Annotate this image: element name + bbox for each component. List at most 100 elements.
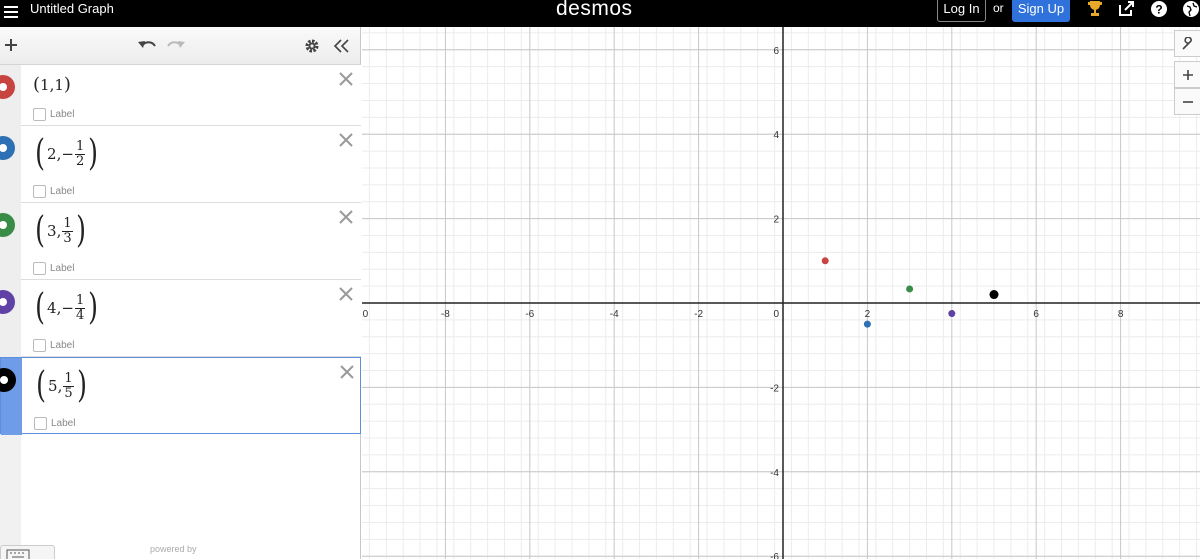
label-toggle[interactable]: Label <box>33 262 74 275</box>
graph-canvas[interactable]: -10-8-6-4-20246810642-2-4-6 <box>362 27 1200 559</box>
login-button[interactable]: Log In <box>937 0 986 22</box>
expression-row[interactable]: (5, 1 5) Label <box>0 357 361 435</box>
y-tick-label: 2 <box>773 215 779 226</box>
numerator: 1 <box>74 292 86 309</box>
zoom-out-icon[interactable] <box>1174 88 1200 115</box>
label-toggle[interactable]: Label <box>33 108 74 121</box>
label-checkbox[interactable] <box>33 108 46 121</box>
expression-math[interactable]: (1, 1) <box>33 74 71 95</box>
denominator: 3 <box>63 230 72 246</box>
y-tick-label: -2 <box>770 383 779 394</box>
fraction: 14 <box>74 292 86 323</box>
expression-tab[interactable] <box>0 65 21 126</box>
data-point <box>906 285 914 293</box>
top-bar: Untitled Graph desmos Log In or Sign Up … <box>0 0 1200 27</box>
label-checkbox[interactable] <box>34 417 47 430</box>
delete-expression-icon[interactable] <box>339 364 357 382</box>
settings-gear-icon[interactable] <box>304 38 320 59</box>
sign: − <box>61 299 74 317</box>
x-tick-label: 6 <box>1033 309 1039 320</box>
menu-icon[interactable] <box>4 6 18 18</box>
expression-math[interactable]: (2, −1 2) <box>33 136 100 172</box>
expression-math[interactable]: (4, −1 4) <box>33 290 100 326</box>
wrench-icon[interactable] <box>1174 30 1200 57</box>
fraction: 13 <box>62 215 73 246</box>
add-expression-icon[interactable] <box>3 37 19 58</box>
y-tick-label: -4 <box>770 468 779 479</box>
denominator: 4 <box>75 307 85 323</box>
trophy-icon[interactable] <box>1087 0 1107 18</box>
help-icon[interactable]: ? <box>1150 0 1170 18</box>
label-checkbox[interactable] <box>33 262 46 275</box>
expression-math[interactable]: (3, 1 3) <box>33 213 88 249</box>
redo-icon[interactable] <box>166 38 186 57</box>
delete-expression-icon[interactable] <box>338 286 356 304</box>
graph-paper[interactable]: -10-8-6-4-20246810642-2-4-6 <box>362 27 1200 559</box>
label-text: Label <box>50 263 75 274</box>
denominator: 5 <box>64 385 73 401</box>
label-text: Label <box>50 109 75 120</box>
x-tick-label: -2 <box>694 309 703 320</box>
y-value: 1 <box>54 75 64 94</box>
label-checkbox[interactable] <box>33 185 46 198</box>
x-tick-label: -6 <box>525 309 534 320</box>
y-tick-label: 4 <box>773 130 779 141</box>
x-value: 2 <box>47 145 57 163</box>
y-tick-label: -6 <box>770 552 779 559</box>
denominator: 2 <box>75 153 85 169</box>
x-value: 3 <box>47 222 57 240</box>
svg-text:?: ? <box>1155 3 1162 17</box>
expression-row[interactable]: (4, −1 4) Label <box>0 280 361 357</box>
globe-icon[interactable] <box>1182 0 1200 18</box>
numerator: 1 <box>63 370 74 387</box>
expression-tab[interactable] <box>0 126 21 203</box>
x-tick-label: 2 <box>865 309 871 320</box>
numerator: 1 <box>74 138 86 155</box>
powered-by-text: powered by <box>150 544 197 554</box>
point-color-icon[interactable] <box>0 290 15 314</box>
signup-button[interactable]: Sign Up <box>1012 0 1070 22</box>
expression-tab[interactable] <box>0 203 21 280</box>
data-point <box>863 320 871 328</box>
graph-controls <box>1174 30 1200 119</box>
graph-title[interactable]: Untitled Graph <box>30 1 114 17</box>
numerator: 1 <box>62 215 73 232</box>
point-color-icon[interactable] <box>0 75 15 99</box>
expression-math[interactable]: (5, 1 5) <box>34 368 89 404</box>
expression-tab[interactable] <box>0 280 21 357</box>
expression-list: powered by (1, 1) Label (2, −1 2) Label (3, 1 3) L… <box>0 65 361 559</box>
label-toggle[interactable]: Label <box>33 185 74 198</box>
label-text: Label <box>51 418 76 429</box>
expression-toolbar <box>0 27 361 65</box>
zoom-in-icon[interactable] <box>1174 61 1200 88</box>
delete-expression-icon[interactable] <box>338 209 356 227</box>
fraction: 15 <box>63 370 74 401</box>
desmos-logo: desmos <box>556 0 633 20</box>
share-icon[interactable] <box>1117 0 1137 18</box>
expression-row[interactable]: (2, −1 2) Label <box>0 126 361 203</box>
or-text: or <box>993 1 1004 15</box>
delete-expression-icon[interactable] <box>338 71 356 89</box>
expression-row[interactable]: (3, 1 3) Label <box>0 203 361 280</box>
x-tick-label: -10 <box>362 309 369 320</box>
label-toggle[interactable]: Label <box>34 417 75 430</box>
collapse-panel-icon[interactable] <box>333 38 351 59</box>
label-checkbox[interactable] <box>33 339 46 352</box>
point-color-icon[interactable] <box>0 368 16 392</box>
expression-tab[interactable] <box>0 358 22 435</box>
x-value: 5 <box>48 377 58 395</box>
x-tick-label: 8 <box>1118 309 1124 320</box>
keyboard-toggle-button[interactable] <box>0 545 55 559</box>
undo-icon[interactable] <box>137 38 157 57</box>
x-value: 4 <box>47 299 57 317</box>
point-color-icon[interactable] <box>0 136 15 160</box>
sign: − <box>61 145 74 163</box>
expression-row[interactable]: (1, 1) Label <box>0 65 361 126</box>
label-toggle[interactable]: Label <box>33 339 74 352</box>
point-color-icon[interactable] <box>0 213 15 237</box>
delete-expression-icon[interactable] <box>338 132 356 150</box>
data-point <box>948 310 956 318</box>
data-point <box>989 290 999 300</box>
y-tick-label: 6 <box>773 46 779 57</box>
label-text: Label <box>50 340 75 351</box>
